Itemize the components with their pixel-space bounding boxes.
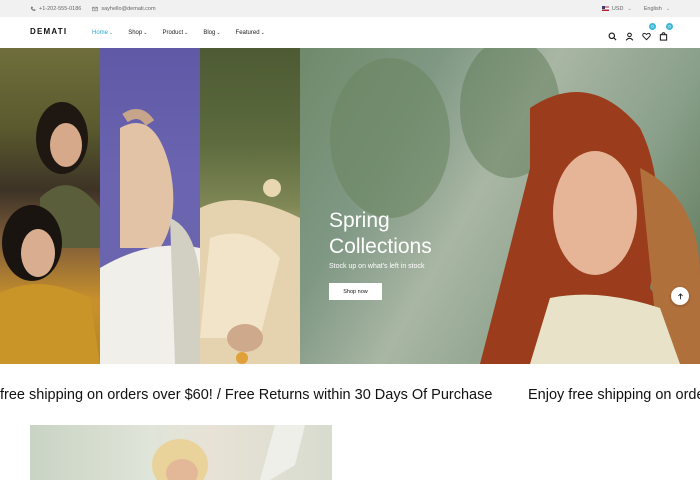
- main-header: DEMATI Home ⌄ Shop ⌄ Product ⌄ Blog ⌄ Featur…: [0, 17, 700, 48]
- cart-count-badge: 0: [666, 23, 673, 30]
- hero-title-line-1: Spring: [329, 209, 390, 232]
- product-photo: [152, 425, 305, 480]
- scroll-to-top-button[interactable]: [671, 287, 689, 305]
- arrow-up-icon: [677, 292, 683, 299]
- hero-photo-1: [0, 102, 100, 364]
- header-actions: 0 0: [608, 17, 673, 48]
- search-button[interactable]: [608, 28, 617, 41]
- account-button[interactable]: [625, 28, 634, 41]
- phone-icon: [30, 6, 36, 11]
- wishlist-count-badge: 0: [649, 23, 656, 30]
- nav-item-home[interactable]: Home ⌄: [92, 30, 113, 36]
- chevron-down-icon: ⌄: [184, 29, 189, 36]
- chevron-down-icon: ⌄: [260, 29, 265, 36]
- mail-icon: [92, 6, 99, 11]
- nav-label: Home: [92, 29, 109, 36]
- locale-selectors: USD ⌄ English ⌄: [601, 0, 670, 17]
- marquee-text: Enjoy free shipping on orde: [528, 387, 700, 403]
- nav-item-product[interactable]: Product ⌄: [162, 30, 188, 36]
- user-icon: [625, 32, 634, 41]
- hero-image-woman-lying: [100, 48, 200, 364]
- brand-logo[interactable]: DEMATI: [30, 27, 67, 36]
- main-nav: Home ⌄ Shop ⌄ Product ⌄ Blog ⌄ Featured ⌄: [92, 17, 265, 48]
- product-image[interactable]: [30, 425, 332, 480]
- language-selector[interactable]: English ⌄: [644, 6, 670, 12]
- hero-title-line-2: Collections: [329, 235, 432, 258]
- currency-selector[interactable]: USD ⌄: [601, 5, 632, 12]
- us-flag-icon: [601, 6, 609, 11]
- hero-photo-2: [100, 109, 200, 364]
- language-label: English: [643, 5, 662, 12]
- hero-photo-4: [330, 48, 700, 364]
- nav-label: Featured: [235, 29, 260, 36]
- nav-label: Blog: [203, 29, 216, 36]
- phone-contact[interactable]: +1-202-555-0186: [30, 6, 81, 12]
- nav-item-shop[interactable]: Shop ⌄: [128, 30, 147, 36]
- hero-image-women-portrait: [0, 48, 100, 364]
- promo-marquee: free shipping on orders over $60! / Free…: [0, 364, 700, 424]
- nav-item-blog[interactable]: Blog ⌄: [203, 30, 220, 36]
- nav-label: Product: [162, 29, 184, 36]
- chevron-down-icon: ⌄: [216, 29, 221, 36]
- marquee-text: free shipping on orders over $60! / Free…: [0, 387, 493, 403]
- search-icon: [608, 32, 617, 41]
- bag-icon: [659, 32, 668, 41]
- email-contact[interactable]: sayhello@demati.com: [92, 5, 156, 12]
- chevron-down-icon: ⌄: [627, 5, 632, 12]
- heart-icon: [642, 32, 651, 41]
- phone-number: +1-202-555-0186: [39, 5, 82, 12]
- hero-title: Spring Collections: [329, 208, 489, 260]
- chevron-down-icon: ⌄: [143, 29, 148, 36]
- cart-button[interactable]: 0: [659, 23, 673, 41]
- hero-image-redhead-woman: [300, 48, 700, 364]
- wishlist-button[interactable]: 0: [642, 23, 656, 41]
- hero-subtitle: Stock up on what's left in stock: [329, 263, 425, 270]
- chevron-down-icon: ⌄: [665, 5, 670, 12]
- email-address: sayhello@demati.com: [101, 5, 156, 12]
- nav-label: Shop: [128, 29, 143, 36]
- hero-photo-3: [200, 179, 300, 364]
- shop-now-button[interactable]: Shop now: [329, 283, 382, 300]
- hero-banner: Spring Collections Stock up on what's le…: [0, 48, 700, 364]
- contact-info: +1-202-555-0186 sayhello@demati.com: [30, 0, 156, 17]
- chevron-down-icon: ⌄: [109, 29, 114, 36]
- nav-item-featured[interactable]: Featured ⌄: [236, 30, 265, 36]
- hero-image-woman-flowers: [200, 48, 300, 364]
- currency-label: USD: [611, 5, 624, 12]
- top-utility-bar: +1-202-555-0186 sayhello@demati.com USD …: [0, 0, 700, 17]
